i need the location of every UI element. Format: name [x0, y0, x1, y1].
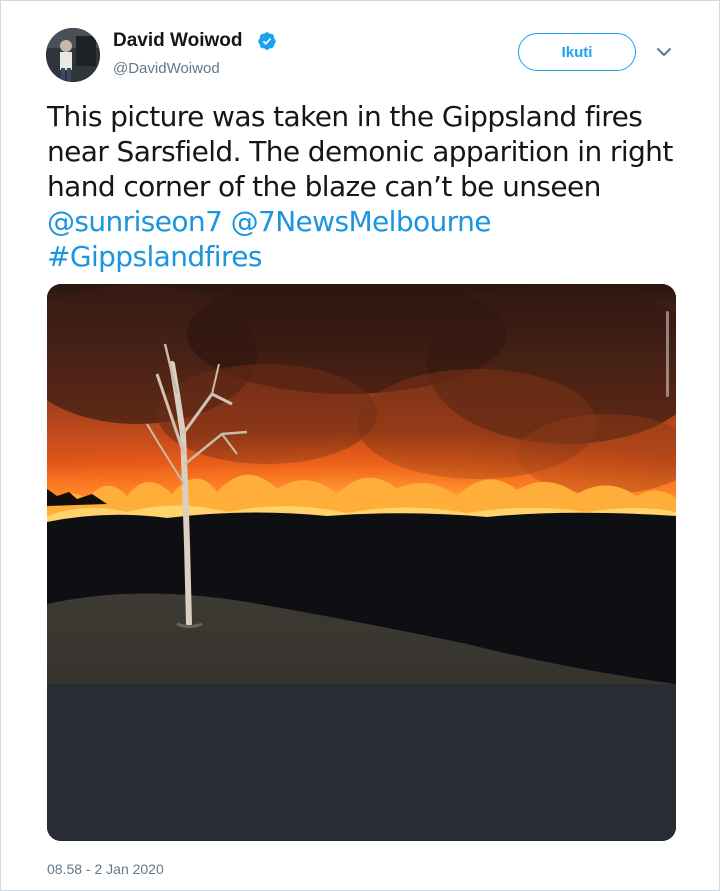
tweet-card: David Woiwod @DavidWoiwod Ikuti This pic… [0, 0, 720, 891]
avatar[interactable] [46, 28, 100, 82]
timestamp[interactable]: 08.58 - 2 Jan 2020 [47, 859, 164, 879]
author-handle[interactable]: @DavidWoiwod [113, 59, 220, 79]
bushfire-photo [47, 284, 676, 841]
mention-link[interactable]: @7NewsMelbourne [231, 205, 492, 238]
hashtag-link[interactable]: #Gippslandfires [47, 240, 262, 273]
tweet-photo[interactable] [47, 284, 676, 841]
avatar-image [46, 28, 100, 82]
follow-button[interactable]: Ikuti [518, 33, 636, 71]
mention-link[interactable]: @sunriseon7 [47, 205, 223, 238]
tweet-text: This picture was taken in the Gippsland … [47, 99, 687, 274]
tweet-body-text: This picture was taken in the Gippsland … [47, 100, 673, 203]
chevron-down-icon[interactable] [655, 45, 673, 59]
author-name[interactable]: David Woiwod [113, 29, 242, 53]
verified-badge-icon [258, 32, 276, 50]
scrollbar[interactable] [666, 311, 669, 397]
